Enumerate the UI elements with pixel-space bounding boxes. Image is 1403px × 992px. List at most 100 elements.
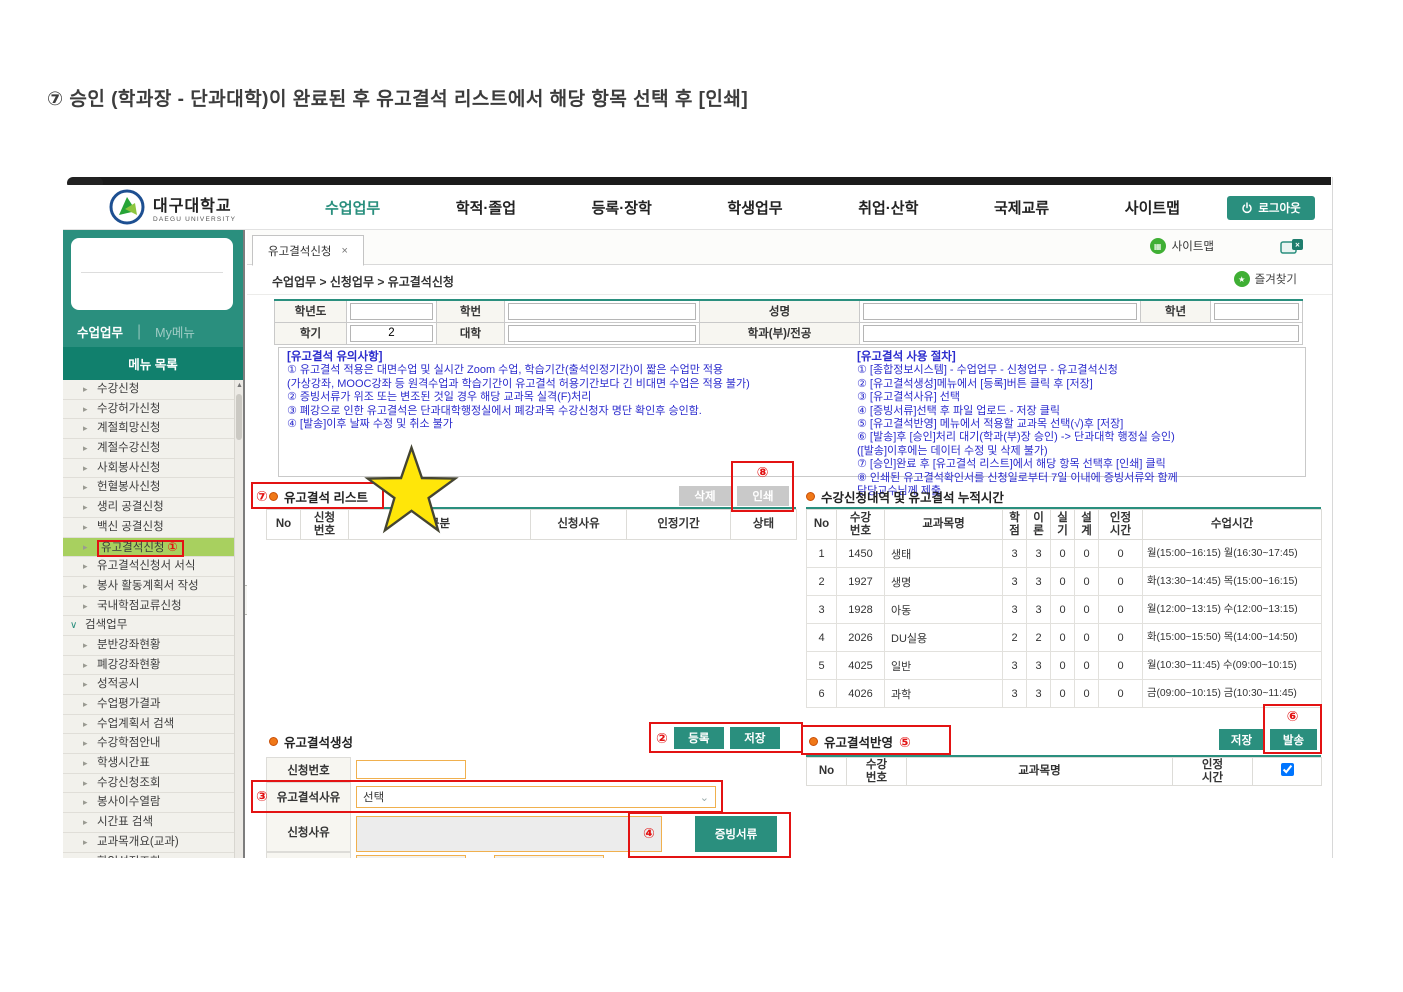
- sidebar-item-credit-guide[interactable]: ▸수강학점안내: [63, 734, 243, 754]
- sidebar-item-class-status[interactable]: ▸분반강좌현황: [63, 636, 243, 656]
- period-start-input[interactable]: ▦: [356, 855, 466, 858]
- apply-col-recognized: 인정 시간: [1173, 758, 1253, 786]
- annotation-box-8: ⑧: [731, 461, 794, 512]
- tab-absence-apply[interactable]: 유고결석신청 ×: [252, 235, 364, 266]
- app-window: 대구대학교 DAEGU UNIVERSITY 수업업무 학적·졸업 등록·장학 …: [63, 177, 1333, 858]
- enroll-col-recognized: 인정 시간: [1099, 510, 1143, 540]
- nav-item-registration[interactable]: 등록·장학: [592, 197, 652, 218]
- sidebar-item-social-service[interactable]: ▸사회봉사신청: [63, 459, 243, 479]
- table-row[interactable]: 42026DU실용22000화(15:00~15:50) 목(14:00~14:…: [807, 624, 1322, 652]
- apply-col-no: No: [807, 758, 847, 786]
- sidebar-item-service-plan[interactable]: ▸봉사 활동계획서 작성: [63, 577, 243, 597]
- nav-item-records[interactable]: 학적·졸업: [456, 197, 516, 218]
- register-button[interactable]: 등록: [674, 727, 724, 749]
- arrow-icon: ▸: [83, 774, 88, 794]
- period-end-input[interactable]: ▦: [494, 855, 604, 858]
- name-label: 성명: [700, 300, 860, 322]
- table-row[interactable]: 11450생태33000월(15:00~16:15) 월(16:30~17:45…: [807, 540, 1322, 568]
- sidebar-item-menstrual-absence[interactable]: ▸생리 공결신청: [63, 498, 243, 518]
- send-button[interactable]: 발송: [1270, 729, 1317, 750]
- tab-bar: 유고결석신청 × ▦ 사이트맵 ×: [247, 230, 1332, 265]
- sidebar-item-sugang-lookup[interactable]: ▸수강신청조회: [63, 774, 243, 794]
- absence-list-table: No 신청 번호 구분 신청사유 인정기간 상태: [266, 509, 797, 540]
- app-header: 대구대학교 DAEGU UNIVERSITY 수업업무 학적·졸업 등록·장학 …: [63, 185, 1332, 230]
- annotation-badge-6: ⑥: [1265, 709, 1320, 723]
- table-row[interactable]: 54025일반33000월(10:30~11:45) 수(09:00~10:15…: [807, 652, 1322, 680]
- logout-button[interactable]: 로그아웃: [1227, 196, 1315, 220]
- sidebar-item-closed-class[interactable]: ▸폐강강좌현황: [63, 656, 243, 676]
- sidebar-item-timetable-search[interactable]: ▸시간표 검색: [63, 813, 243, 833]
- sidebar-tab-mymenu[interactable]: My메뉴: [155, 322, 195, 341]
- nav-item-classwork[interactable]: 수업업무: [325, 197, 380, 218]
- apply-col-course: 교과목명: [907, 758, 1173, 786]
- arrow-icon: ▸: [83, 715, 88, 735]
- page-instruction-heading: ⑦ 승인 (학과장 - 단과대학)이 완료된 후 유고결석 리스트에서 해당 항…: [47, 84, 748, 111]
- apply-save-button[interactable]: 저장: [1219, 729, 1264, 750]
- sidebar-item-syllabus-search[interactable]: ▸수업계획서 검색: [63, 715, 243, 735]
- semester-input[interactable]: [350, 325, 433, 342]
- enroll-col-time: 수업시간: [1143, 510, 1322, 540]
- sidebar-item-grade-post[interactable]: ▸성적공시: [63, 675, 243, 695]
- sidebar-item-course-outline[interactable]: ▸교과목개요(교과): [63, 833, 243, 853]
- close-all-windows-icon[interactable]: ×: [1280, 238, 1304, 261]
- studentno-input[interactable]: [508, 303, 696, 320]
- arrow-icon: ▸: [83, 518, 88, 538]
- sitemap-link[interactable]: ▦ 사이트맵: [1150, 238, 1214, 254]
- notice-caution-body: ① 유고결석 적용은 대면수업 및 실시간 Zoom 수업, 학습기간(출석인정…: [287, 364, 750, 430]
- nav-item-international[interactable]: 국제교류: [994, 197, 1049, 218]
- sidebar-item-timetable[interactable]: ▸학생시간표: [63, 754, 243, 774]
- table-row[interactable]: 21927생명33000화(13:30~14:45) 목(15:00~16:15…: [807, 568, 1322, 596]
- sidebar-item-eval-result[interactable]: ▸수업평가결과: [63, 695, 243, 715]
- sidebar-profile-box: [71, 238, 233, 310]
- arrow-icon: ▸: [83, 498, 88, 518]
- sidebar-item-absence-apply[interactable]: ▸유고결석신청①: [63, 538, 243, 558]
- enroll-col-design: 설 계: [1075, 510, 1099, 540]
- sidebar-group-search[interactable]: ∨검색업무: [63, 616, 243, 636]
- appno-input[interactable]: [356, 760, 466, 779]
- year-label: 학년도: [275, 300, 347, 322]
- sidebar-item-sugang[interactable]: ▸수강신청: [63, 380, 243, 400]
- sidebar-item-domestic-credit[interactable]: ▸국내학점교류신청: [63, 597, 243, 617]
- enrollment-section-title: 수강신청내역 및 유고결석 누적시간: [806, 487, 1004, 506]
- sidebar-item-service-record[interactable]: ▸봉사이수열람: [63, 793, 243, 813]
- table-row[interactable]: 64026과학33000금(09:00~10:15) 금(10:30~11:45…: [807, 680, 1322, 708]
- sidebar-item-season-sugang[interactable]: ▸계절수강신청: [63, 439, 243, 459]
- delete-button[interactable]: 삭제: [679, 486, 731, 506]
- sidebar-item-blood-service[interactable]: ▸헌혈봉사신청: [63, 478, 243, 498]
- period-tilde: ~: [478, 854, 484, 858]
- nav-item-studentaffairs[interactable]: 학생업무: [727, 197, 782, 218]
- dept-input[interactable]: [863, 325, 1299, 342]
- select-all-checkbox[interactable]: [1281, 763, 1294, 776]
- section-bullet-icon: [806, 492, 815, 501]
- list-col-status: 상태: [731, 510, 797, 540]
- arrow-icon: ▸: [83, 538, 88, 558]
- sidebar-scrollbar[interactable]: ▲: [234, 380, 243, 858]
- sidebar-item-sugang-permit[interactable]: ▸수강허가신청: [63, 400, 243, 420]
- content-area: 유고결석신청 × ▦ 사이트맵 × 수업업무 > 신청업무 > 유고결석신청 ★…: [247, 230, 1332, 858]
- save-button[interactable]: 저장: [730, 727, 780, 749]
- attach-documents-button[interactable]: 증빙서류: [695, 816, 777, 852]
- sitemap-icon: ▦: [1150, 238, 1166, 254]
- notice-caution-title: [유고결석 유의사항]: [287, 351, 383, 363]
- nav-item-career[interactable]: 취업·산학: [858, 197, 918, 218]
- sidebar-item-season-hope[interactable]: ▸계절희망신청: [63, 419, 243, 439]
- college-label: 대학: [437, 322, 505, 344]
- list-col-reason: 신청사유: [531, 510, 627, 540]
- sidebar-item-vaccine-absence[interactable]: ▸백신 공결신청: [63, 518, 243, 538]
- nav-item-sitemap[interactable]: 사이트맵: [1125, 197, 1180, 218]
- table-row[interactable]: 31928아동33000월(12:00~13:15) 수(12:00~13:15…: [807, 596, 1322, 624]
- sidebar-item-clipped[interactable]: ▸학업성적조회: [63, 853, 243, 859]
- favorite-button[interactable]: ★ 즐겨찾기: [1234, 271, 1297, 287]
- dept-label: 학과(부)/전공: [700, 322, 860, 344]
- tab-close-icon[interactable]: ×: [342, 245, 348, 257]
- grade-input[interactable]: [1214, 303, 1299, 320]
- name-input[interactable]: [863, 303, 1137, 320]
- sidebar-tab-classwork[interactable]: 수업업무: [77, 322, 123, 341]
- annotation-badge-1: ①: [167, 540, 177, 554]
- year-input[interactable]: [350, 303, 433, 320]
- detail-reason-textarea[interactable]: [356, 816, 662, 852]
- college-input[interactable]: [508, 325, 696, 342]
- sidebar-item-absence-form[interactable]: ▸유고결석신청서 서식: [63, 557, 243, 577]
- university-logo-icon: [109, 189, 145, 225]
- arrow-icon: ▸: [83, 754, 88, 774]
